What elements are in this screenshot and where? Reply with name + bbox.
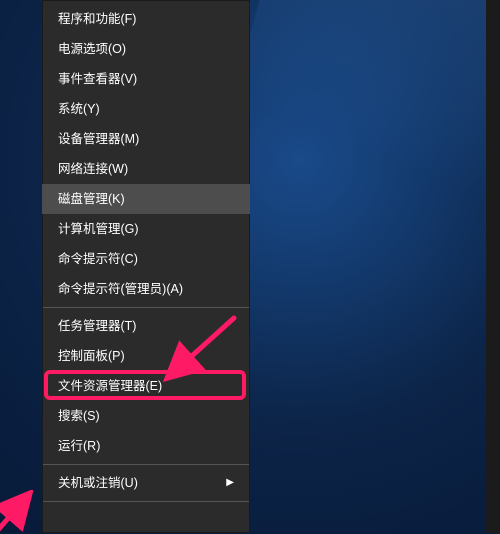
- menu-item-file-explorer[interactable]: 文件资源管理器(E): [42, 371, 250, 401]
- menu-item-network-connections[interactable]: 网络连接(W): [42, 154, 250, 184]
- menu-item-search[interactable]: 搜索(S): [42, 401, 250, 431]
- menu-item-label: 计算机管理(G): [58, 214, 139, 244]
- menu-item-label: 网络连接(W): [58, 154, 128, 184]
- winx-context-menu[interactable]: 程序和功能(F) 电源选项(O) 事件查看器(V) 系统(Y) 设备管理器(M)…: [42, 0, 250, 533]
- right-edge-strip: [486, 0, 500, 533]
- menu-item-label: 关机或注销(U): [58, 468, 138, 498]
- menu-separator: [43, 464, 249, 465]
- menu-item-label: 文件资源管理器(E): [58, 371, 162, 401]
- menu-item-label: 程序和功能(F): [58, 4, 136, 34]
- menu-item-event-viewer[interactable]: 事件查看器(V): [42, 64, 250, 94]
- menu-item-label: 系统(Y): [58, 94, 100, 124]
- menu-item-run[interactable]: 运行(R): [42, 431, 250, 461]
- menu-item-command-prompt[interactable]: 命令提示符(C): [42, 244, 250, 274]
- menu-item-label: 任务管理器(T): [58, 311, 136, 341]
- menu-item-label: 设备管理器(M): [58, 124, 139, 154]
- menu-item-label: 命令提示符(管理员)(A): [58, 274, 183, 304]
- menu-separator: [43, 501, 249, 502]
- menu-item-control-panel[interactable]: 控制面板(P): [42, 341, 250, 371]
- menu-item-shutdown-signout[interactable]: 关机或注销(U) ▶: [42, 468, 250, 498]
- menu-item-disk-management[interactable]: 磁盘管理(K): [42, 184, 250, 214]
- chevron-right-icon: ▶: [226, 468, 234, 498]
- menu-item-label: 事件查看器(V): [58, 64, 137, 94]
- menu-item-computer-management[interactable]: 计算机管理(G): [42, 214, 250, 244]
- menu-item-label: 控制面板(P): [58, 341, 125, 371]
- menu-item-power-options[interactable]: 电源选项(O): [42, 34, 250, 64]
- menu-item-device-manager[interactable]: 设备管理器(M): [42, 124, 250, 154]
- menu-item-system[interactable]: 系统(Y): [42, 94, 250, 124]
- menu-item-label: 命令提示符(C): [58, 244, 138, 274]
- menu-item-task-manager[interactable]: 任务管理器(T): [42, 311, 250, 341]
- menu-item-label: 电源选项(O): [58, 34, 126, 64]
- menu-item-command-prompt-admin[interactable]: 命令提示符(管理员)(A): [42, 274, 250, 304]
- menu-item-label: 运行(R): [58, 431, 100, 461]
- menu-item-label: 搜索(S): [58, 401, 100, 431]
- menu-item-programs-and-features[interactable]: 程序和功能(F): [42, 4, 250, 34]
- menu-separator: [43, 307, 249, 308]
- menu-item-label: 磁盘管理(K): [58, 184, 125, 214]
